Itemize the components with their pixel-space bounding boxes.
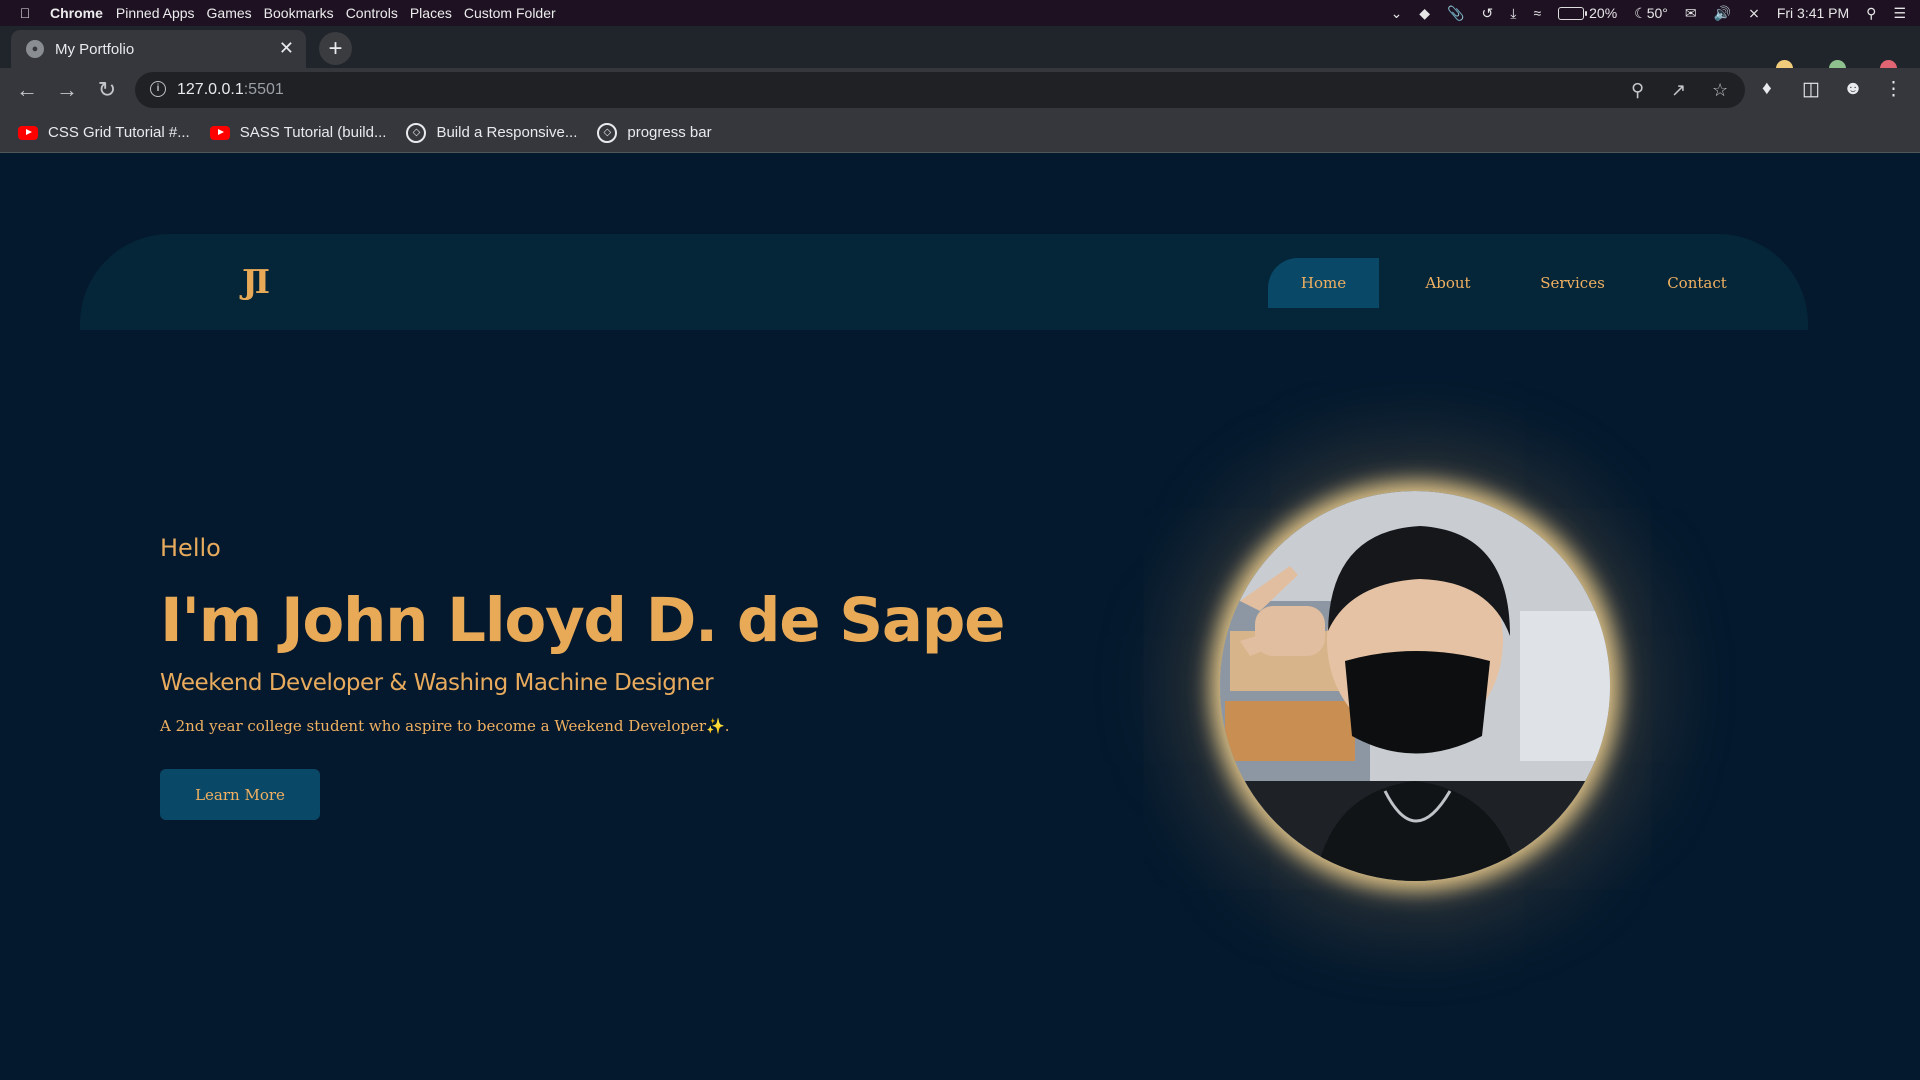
profile-icon[interactable]: ☻ (1843, 78, 1863, 100)
volume-icon[interactable]: 🔊 (1714, 5, 1731, 22)
weather-temperature: 50° (1646, 5, 1668, 21)
profile-photo-illustration (1220, 491, 1610, 881)
hero-greeting: Hello (160, 534, 221, 562)
bookmark-label: CSS Grid Tutorial #... (48, 124, 190, 141)
site-info-icon[interactable]: i (150, 81, 166, 97)
control-center-icon[interactable]: ☰ (1893, 5, 1906, 22)
bookmarks-bar: CSS Grid Tutorial #... SASS Tutorial (bu… (0, 113, 1920, 153)
bookmark-label: Build a Responsive... (436, 124, 578, 141)
browser-toolbar: ← → ↻ i 127.0.0.1:5501 ⚲ ↗ ☆ ♦ ◫ ☻ ⋮ (0, 68, 1920, 113)
url-text[interactable]: 127.0.0.1:5501 (177, 81, 284, 99)
bookmark-item[interactable]: ◇ Build a Responsive... (406, 122, 578, 143)
macos-menu-bar:  Chrome Pinned Apps Games Bookmarks Con… (0, 0, 1920, 26)
youtube-icon (18, 125, 38, 140)
zoom-icon[interactable]: ⚲ (1631, 80, 1644, 101)
close-tab-icon[interactable]: ✕ (279, 38, 294, 59)
globe-icon: ● (26, 40, 44, 58)
bookmark-item[interactable]: CSS Grid Tutorial #... (18, 124, 190, 141)
menu-custom-folder[interactable]: Custom Folder (464, 5, 556, 21)
hero-role: Weekend Developer & Washing Machine Desi… (160, 670, 714, 696)
bookmark-item[interactable]: SASS Tutorial (build... (209, 124, 387, 141)
codepen-icon: ◇ (597, 122, 618, 143)
back-arrow-icon[interactable]: ← (15, 77, 39, 103)
bookmark-label: SASS Tutorial (build... (239, 124, 387, 141)
spotlight-search-icon[interactable]: ⚲ (1866, 5, 1876, 22)
codepen-icon: ◇ (406, 122, 427, 143)
browser-tab-strip: ● My Portfolio ✕ + (0, 26, 1920, 77)
menu-games[interactable]: Games (207, 5, 252, 21)
site-header: JI Home About Services Contact (80, 234, 1808, 330)
site-nav: Home About Services Contact (1268, 258, 1808, 308)
portfolio-page: JI Home About Services Contact Hello I'm… (0, 154, 1920, 1080)
microphone-muted-icon[interactable]: ⨯ (1748, 5, 1760, 22)
browser-tab-active[interactable]: ● My Portfolio ✕ (11, 30, 306, 68)
chevron-down-icon[interactable]: ⌄ (1391, 5, 1403, 22)
address-bar[interactable]: i 127.0.0.1:5501 ⚲ ↗ ☆ (135, 72, 1745, 108)
url-port: :5501 (243, 81, 284, 98)
wifi-icon[interactable]: ≈ (1533, 5, 1541, 21)
hero-name-heading: I'm John Lloyd D. de Sape (160, 585, 1005, 656)
nav-about-link[interactable]: About (1379, 258, 1517, 308)
bookmark-star-icon[interactable]: ☆ (1712, 80, 1728, 101)
battery-percent: 20% (1589, 5, 1618, 21)
mail-icon[interactable]: ✉ (1685, 5, 1697, 22)
nav-contact-link[interactable]: Contact (1628, 258, 1766, 308)
download-icon[interactable]: ⤓ (1510, 5, 1516, 22)
side-panel-icon[interactable]: ◫ (1802, 78, 1820, 101)
tab-title: My Portfolio (55, 40, 135, 58)
reload-icon[interactable]: ↻ (95, 77, 119, 103)
new-tab-button[interactable]: + (319, 32, 352, 65)
battery-icon (1558, 6, 1588, 20)
battery-status[interactable]: 20% (1558, 5, 1617, 21)
bookmark-label: progress bar (627, 124, 712, 141)
forward-arrow-icon[interactable]: → (55, 77, 79, 103)
extensions-puzzle-icon[interactable]: ♦ (1762, 78, 1772, 100)
diamond-icon[interactable]: ◆ (1419, 5, 1430, 22)
menu-bookmarks[interactable]: Bookmarks (264, 5, 334, 21)
moon-icon: ☾ (1634, 4, 1647, 21)
bookmark-item[interactable]: ◇ progress bar (597, 122, 712, 143)
more-menu-icon[interactable]: ⋮ (1884, 78, 1903, 101)
menu-controls[interactable]: Controls (346, 5, 398, 21)
apple-logo-icon[interactable]:  (0, 5, 50, 21)
status-menu-extras: ⌄ ◆ 📎 ↺ ⤓ ≈ 20% ☾ 50° ✉ 🔊 ⨯ Fri 3:41 PM … (1391, 0, 1906, 26)
site-logo[interactable]: JI (242, 262, 270, 301)
hero-description: A 2nd year college student who aspire to… (160, 717, 730, 735)
history-icon[interactable]: ↺ (1482, 5, 1494, 22)
menu-app-name[interactable]: Chrome (50, 5, 103, 21)
weather-status[interactable]: ☾ 50° (1634, 5, 1668, 22)
paperclip-icon[interactable]: 📎 (1447, 5, 1464, 22)
url-host: 127.0.0.1 (177, 81, 244, 98)
share-icon[interactable]: ↗ (1671, 80, 1686, 101)
learn-more-button[interactable]: Learn More (160, 769, 320, 820)
youtube-icon (209, 125, 230, 140)
menu-pinned-apps[interactable]: Pinned Apps (116, 5, 195, 21)
menu-clock[interactable]: Fri 3:41 PM (1777, 5, 1849, 21)
nav-home-link[interactable]: Home (1268, 258, 1379, 308)
profile-photo (1220, 491, 1610, 881)
nav-services-link[interactable]: Services (1517, 258, 1628, 308)
menu-places[interactable]: Places (410, 5, 452, 21)
